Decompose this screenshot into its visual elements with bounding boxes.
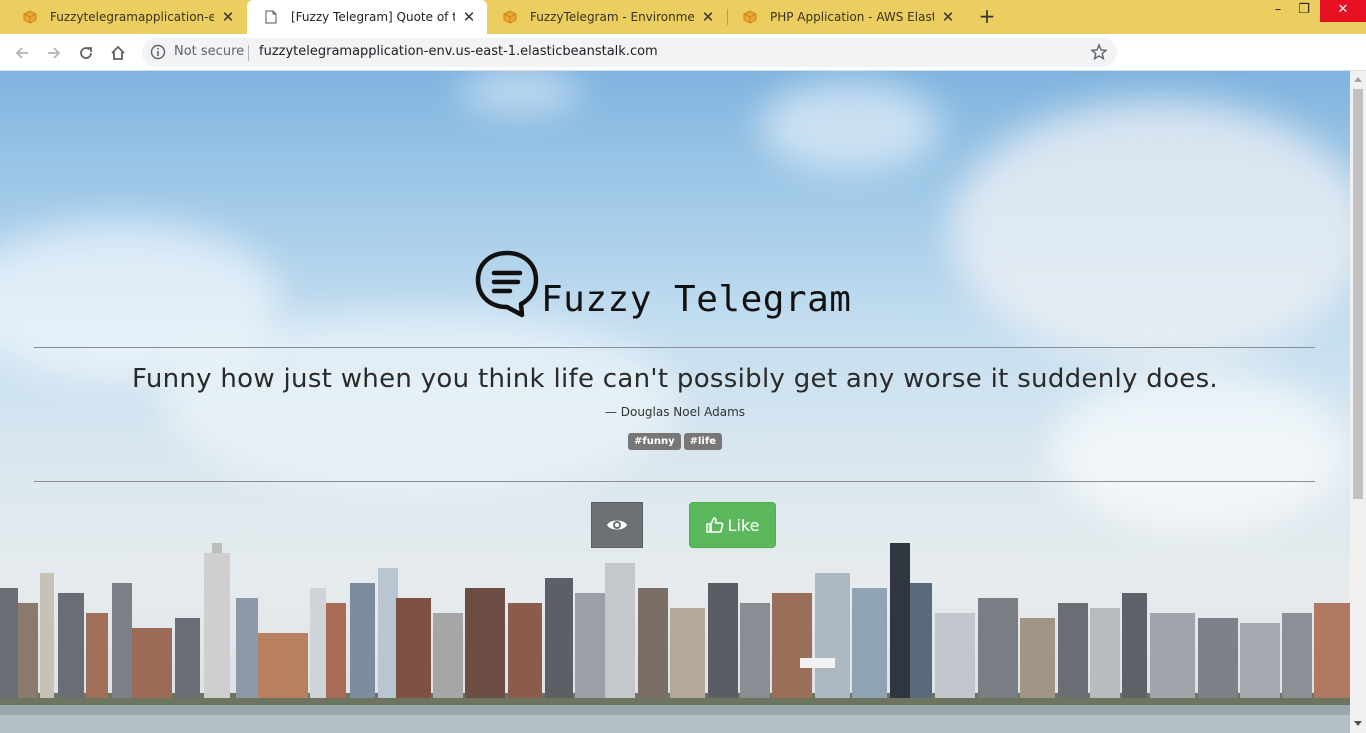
tag-badge-funny[interactable]: #funny [628,433,681,450]
cloud [950,101,1350,361]
quote-author: — Douglas Noel Adams [604,405,746,419]
tab-close-icon[interactable]: ✕ [461,9,477,25]
tab-close-icon[interactable]: ✕ [940,9,956,25]
back-button[interactable] [8,39,36,67]
tab-title: [Fuzzy Telegram] Quote of the da [291,10,455,24]
home-icon [111,45,125,60]
tab-php-application[interactable]: PHP Application - AWS Elastic Be ✕ [726,0,966,34]
forward-arrow-icon [48,47,61,59]
like-button[interactable]: Like [689,502,776,548]
tab-title: Fuzzytelegramapplication-env - D [50,10,214,24]
bottom-divider [34,481,1315,482]
like-label: Like [727,515,760,535]
info-icon[interactable] [150,44,166,60]
city-skyline-image [0,543,1350,733]
tab-title: FuzzyTelegram - Environments [530,10,694,24]
back-arrow-icon [15,47,28,59]
cloud [160,311,680,491]
page-icon [263,9,279,25]
aws-cube-icon [22,9,38,25]
reload-button[interactable] [72,39,100,67]
quote-text: Funny how just when you think life can't… [131,364,1218,394]
top-divider [34,347,1315,348]
scroll-down-arrow-icon[interactable] [1354,719,1362,727]
view-button[interactable] [591,502,643,548]
aws-cube-icon [502,9,518,25]
thumbs-up-icon [705,517,723,533]
scrollbar-thumb[interactable] [1353,89,1363,499]
page-content: Fuzzy Telegram Funny how just when you t… [0,71,1350,733]
browser-toolbar: Not secure fuzzytelegramapplication-env.… [0,34,1366,96]
security-label[interactable]: Not secure [174,44,244,59]
eye-icon [607,520,627,530]
cloud [460,71,580,111]
tab-environments[interactable]: FuzzyTelegram - Environments ✕ [486,0,726,34]
reload-icon [80,47,92,59]
cloud [760,81,940,171]
tab-close-icon[interactable]: ✕ [700,9,716,25]
tab-close-icon[interactable]: ✕ [220,9,236,25]
address-divider [248,45,249,61]
new-tab-button[interactable]: + [976,5,998,27]
tab-fuzzytelegram-env[interactable]: Fuzzytelegramapplication-env - D ✕ [6,0,246,34]
bookmark-star-icon[interactable] [1090,43,1108,61]
page-scrollbar[interactable] [1350,71,1366,733]
url-text[interactable]: fuzzytelegramapplication-env.us-east-1.e… [259,44,658,59]
tag-badge-life[interactable]: #life [683,433,722,450]
tab-title: PHP Application - AWS Elastic Be [770,10,934,24]
tab-strip: Fuzzytelegramapplication-env - D ✕ [Fuzz… [0,0,1366,34]
home-button[interactable] [104,39,132,67]
tag-list: #funny #life [0,433,1350,450]
tab-quote-of-the-day[interactable]: [Fuzzy Telegram] Quote of the da ✕ [247,0,487,34]
close-window-button[interactable]: ✕ [1320,0,1366,22]
brand-title: Fuzzy Telegram [541,279,852,320]
aws-cube-icon [742,9,758,25]
scroll-up-arrow-icon[interactable] [1354,76,1362,84]
chat-bubble-logo-icon [475,250,539,318]
cloud [1050,371,1350,531]
address-bar[interactable]: Not secure fuzzytelegramapplication-env.… [142,38,1117,67]
forward-button[interactable] [40,39,68,67]
